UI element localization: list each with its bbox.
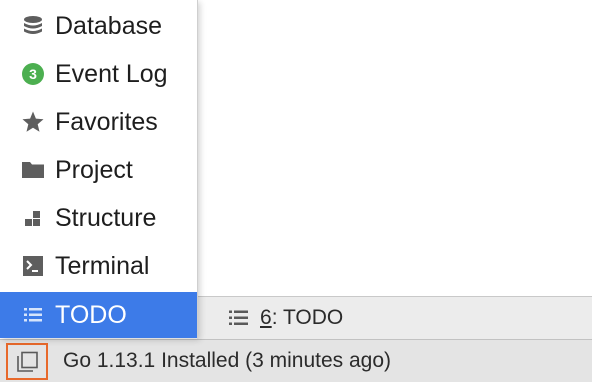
popup-item-structure[interactable]: Structure bbox=[0, 197, 197, 239]
database-icon bbox=[21, 14, 45, 38]
popup-item-favorites[interactable]: Favorites bbox=[0, 101, 197, 143]
popup-item-label: Structure bbox=[55, 203, 157, 232]
star-icon bbox=[21, 110, 45, 134]
popup-item-label: TODO bbox=[55, 300, 127, 329]
popup-item-terminal[interactable]: Terminal bbox=[0, 245, 197, 287]
popup-item-label: Terminal bbox=[55, 251, 150, 280]
folder-icon bbox=[21, 158, 45, 182]
popup-item-label: Database bbox=[55, 11, 163, 40]
tab-todo-number: 6 bbox=[260, 306, 272, 329]
tool-windows-icon bbox=[15, 351, 39, 373]
status-message[interactable]: Go 1.13.1 Installed (3 minutes ago) bbox=[63, 340, 391, 382]
tab-todo[interactable]: 6: TODO bbox=[229, 297, 343, 339]
popup-item-label: Event Log bbox=[55, 59, 168, 88]
status-bar: Go 1.13.1 Installed (3 minutes ago) bbox=[0, 339, 592, 382]
tab-todo-label: : TODO bbox=[271, 306, 344, 329]
terminal-icon bbox=[21, 254, 45, 278]
popup-item-database[interactable]: Database bbox=[0, 5, 197, 47]
event-log-badge-count: 3 bbox=[29, 66, 37, 82]
structure-icon bbox=[21, 206, 45, 230]
tool-windows-popup: Database 3 Event Log Favorites Project S… bbox=[0, 0, 198, 338]
popup-item-project[interactable]: Project bbox=[0, 149, 197, 191]
popup-item-event-log[interactable]: 3 Event Log bbox=[0, 53, 197, 95]
event-log-badge-icon: 3 bbox=[21, 62, 45, 86]
tool-windows-toggle-button[interactable] bbox=[6, 343, 48, 380]
tool-window-strip: 6: TODO bbox=[197, 296, 592, 339]
popup-item-label: Project bbox=[55, 155, 133, 184]
list-icon bbox=[229, 309, 249, 327]
popup-item-todo[interactable]: TODO bbox=[0, 292, 197, 338]
list-icon bbox=[21, 303, 45, 327]
popup-item-label: Favorites bbox=[55, 107, 158, 136]
